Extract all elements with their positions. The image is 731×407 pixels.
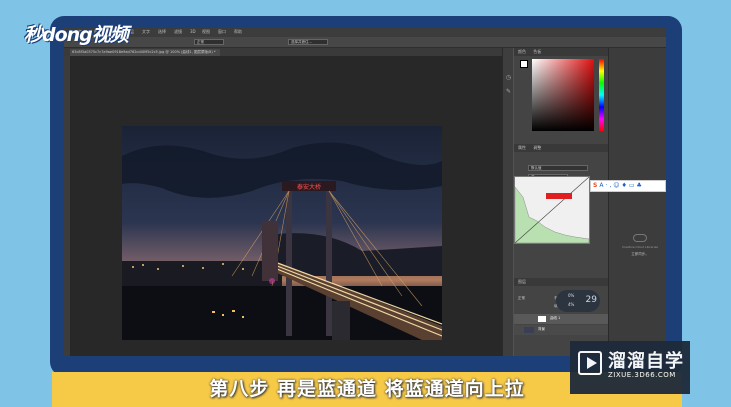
menu-item[interactable]: 文字 [142,29,150,35]
options-bar: 正常 选择并遮住... [64,37,666,48]
panel-dock-icons: ◷ ✎ [502,48,513,356]
color-panel-header: 颜色 色板 [514,48,608,56]
brush-settings-icon[interactable]: ✎ [505,88,512,95]
hud-bottom-value: 4% [568,302,575,307]
layer-thumbnail [524,327,534,333]
cc-libraries-text: Creative Cloud Libraries [621,245,658,249]
cloud-icon [633,234,647,242]
brand-url: ZIXUE.3D66.COM [608,371,676,379]
menu-item[interactable]: 窗口 [218,29,226,35]
tab-layers[interactable]: 图层 [518,279,526,284]
layer-name: 曲线 1 [550,316,561,320]
canvas-area[interactable]: 泰安大桥 [70,56,502,356]
sync-now-text: 立即同步。 [631,252,649,256]
hud-top-value: 0% [568,293,575,298]
brand-name: 溜溜自学 [608,351,684,372]
sogou-toolbar-items: A·,☺♦▭♣ [599,182,644,189]
tab-swatches[interactable]: 色板 [533,49,541,54]
layer-name: 背景 [538,327,545,331]
hud-main-value: 29 [585,295,597,305]
document-tab[interactable]: 63c8f3a0375c7c7a9ae0918e9ad762cd4095c2c5… [70,49,220,56]
menu-item[interactable]: 选择 [158,29,166,35]
mode-select[interactable]: 正常 [194,39,224,45]
menu-item[interactable]: 帮助 [234,29,242,35]
curves-preset-select[interactable]: 默认值 [528,165,588,171]
menu-bar: 文件 编辑 图像 图层 文字 选择 滤镜 3D 视图 窗口 帮助 [64,28,666,37]
bridge-night-photo: 泰安大桥 [122,126,442,340]
menu-item[interactable]: 滤镜 [174,29,182,35]
curves-histogram[interactable] [514,176,590,244]
curve-highlight-marker [546,193,572,199]
select-and-mask-button[interactable]: 选择并遮住... [288,39,328,45]
watermark-logo: 秒dong视频 [24,24,129,46]
foreground-color-swatch[interactable] [520,60,528,68]
tab-color[interactable]: 颜色 [518,49,526,54]
performance-hud: 0% 4% 29 [556,290,600,312]
document-tabs: 63c8f3a0375c7c7a9ae0918e9ad762cd4095c2c5… [64,48,502,56]
libraries-panel: Creative Cloud Libraries 立即同步。 [608,48,666,356]
tab-properties[interactable]: 属性 [518,145,526,150]
sogou-input-toolbar[interactable]: SA·,☺♦▭♣ [590,180,666,192]
photo-sign-text: 泰安大桥 [297,183,321,191]
history-icon[interactable]: ◷ [505,74,512,81]
color-picker-field[interactable] [532,59,594,131]
layer-row[interactable]: 背景 [514,325,608,335]
tab-adjustments[interactable]: 调整 [533,145,541,150]
play-logo-icon [578,351,602,375]
layers-panel-header: 图层 [514,278,608,286]
hue-slider[interactable] [599,59,604,131]
layer-row[interactable]: 曲线 1 [514,314,608,324]
menu-item[interactable]: 视图 [202,29,210,35]
brand-watermark: 溜溜自学 ZIXUE.3D66.COM [570,341,690,394]
properties-panel-header: 属性 调整 [514,144,608,152]
menu-item[interactable]: 3D [190,29,196,34]
layer-mask-thumbnail [538,316,546,322]
blend-mode-select[interactable]: 正常 [518,296,540,302]
